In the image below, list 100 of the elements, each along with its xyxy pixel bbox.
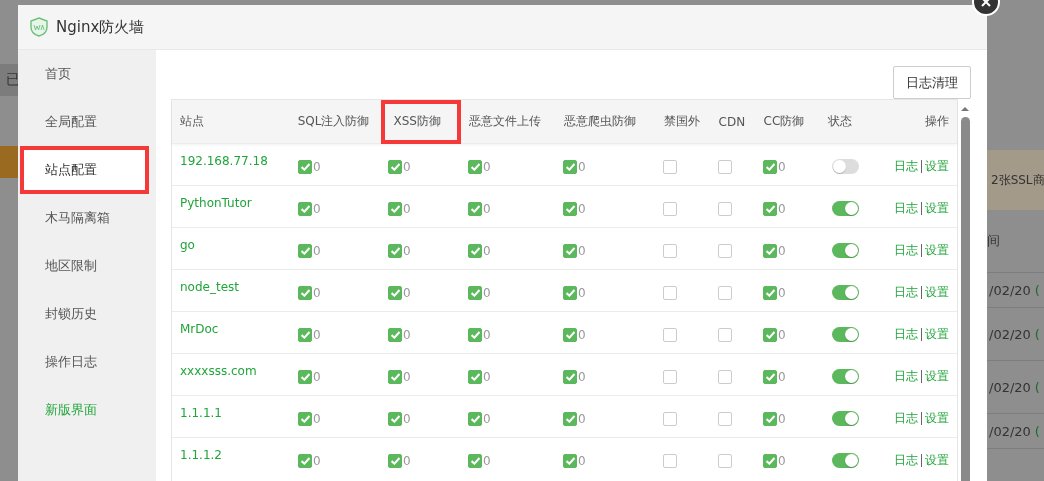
count: 0 [778, 453, 786, 468]
site-link[interactable]: go [180, 238, 195, 252]
action-link[interactable]: 日志 [894, 200, 918, 217]
checkbox[interactable] [763, 327, 777, 342]
action-link[interactable]: 日志 [894, 284, 918, 301]
scroll-up-icon[interactable] [961, 107, 969, 111]
checkbox[interactable] [718, 201, 732, 216]
checkbox[interactable] [563, 327, 577, 342]
toggle-switch[interactable] [832, 327, 859, 342]
checkbox[interactable] [468, 159, 482, 174]
checkbox[interactable] [718, 411, 732, 426]
checkbox[interactable] [388, 453, 402, 468]
checkbox[interactable] [563, 453, 577, 468]
sidebar-item[interactable]: 首页 [18, 50, 156, 98]
checkbox[interactable] [718, 243, 732, 258]
action-link[interactable]: 设置 [925, 452, 949, 469]
site-link[interactable]: PythonTutor [180, 196, 252, 210]
toggle-switch[interactable] [832, 201, 859, 216]
checkbox[interactable] [763, 411, 777, 426]
checkbox[interactable] [298, 327, 312, 342]
action-link[interactable]: 日志 [894, 410, 918, 427]
sidebar-item[interactable]: 站点配置 [20, 146, 149, 194]
action-link[interactable]: 设置 [925, 284, 949, 301]
action-link[interactable]: 设置 [925, 158, 949, 175]
checkbox[interactable] [468, 453, 482, 468]
sidebar-item[interactable]: 木马隔离箱 [18, 194, 156, 242]
checkbox[interactable] [468, 243, 482, 258]
checkbox[interactable] [468, 201, 482, 216]
checkbox[interactable] [298, 285, 312, 300]
toggle-switch[interactable] [832, 453, 859, 468]
site-link[interactable]: 1.1.1.2 [180, 448, 222, 462]
checkbox[interactable] [763, 369, 777, 384]
checkbox[interactable] [388, 369, 402, 384]
checkbox[interactable] [388, 243, 402, 258]
checkbox[interactable] [563, 243, 577, 258]
checkbox[interactable] [763, 453, 777, 468]
toggle-switch[interactable] [832, 285, 859, 300]
checkbox[interactable] [718, 453, 732, 468]
clear-logs-button[interactable]: 日志清理 [893, 66, 971, 99]
checkbox[interactable] [663, 285, 677, 300]
checkbox[interactable] [468, 327, 482, 342]
checkbox[interactable] [468, 369, 482, 384]
toggle-switch[interactable] [832, 159, 859, 174]
action-link[interactable]: 日志 [894, 452, 918, 469]
checkbox[interactable] [563, 285, 577, 300]
toggle-switch[interactable] [832, 369, 859, 384]
checkbox[interactable] [468, 411, 482, 426]
action-link[interactable]: 设置 [925, 410, 949, 427]
checkbox[interactable] [563, 201, 577, 216]
count: 0 [313, 453, 321, 468]
checkbox[interactable] [663, 201, 677, 216]
action-link[interactable]: 设置 [925, 368, 949, 385]
checkbox[interactable] [563, 159, 577, 174]
action-link[interactable]: 日志 [894, 242, 918, 259]
toggle-switch[interactable] [832, 411, 859, 426]
checkbox[interactable] [298, 369, 312, 384]
checkbox[interactable] [298, 411, 312, 426]
checkbox[interactable] [663, 369, 677, 384]
sidebar-item[interactable]: 地区限制 [18, 242, 156, 290]
action-link[interactable]: 设置 [925, 242, 949, 259]
checkbox[interactable] [388, 201, 402, 216]
site-link[interactable]: MrDoc [180, 322, 219, 336]
sidebar-item[interactable]: 封锁历史 [18, 290, 156, 338]
checkbox[interactable] [763, 285, 777, 300]
checkbox[interactable] [563, 411, 577, 426]
action-link[interactable]: 日志 [894, 158, 918, 175]
checkbox[interactable] [388, 411, 402, 426]
checkbox[interactable] [468, 285, 482, 300]
checkbox[interactable] [388, 327, 402, 342]
action-link[interactable]: 设置 [925, 326, 949, 343]
checkbox[interactable] [763, 201, 777, 216]
checkbox[interactable] [663, 327, 677, 342]
checkbox[interactable] [563, 369, 577, 384]
sidebar-item[interactable]: 操作日志 [18, 338, 156, 386]
sidebar-item[interactable]: 新版界面 [18, 386, 156, 434]
action-link[interactable]: 日志 [894, 326, 918, 343]
checkbox[interactable] [298, 159, 312, 174]
checkbox[interactable] [763, 243, 777, 258]
checkbox[interactable] [718, 159, 732, 174]
site-link[interactable]: 192.168.77.18 [180, 154, 268, 168]
checkbox[interactable] [718, 327, 732, 342]
checkbox[interactable] [388, 285, 402, 300]
toggle-switch[interactable] [832, 243, 859, 258]
checkbox[interactable] [763, 159, 777, 174]
checkbox[interactable] [663, 411, 677, 426]
checkbox[interactable] [298, 453, 312, 468]
checkbox[interactable] [663, 453, 677, 468]
checkbox[interactable] [663, 159, 677, 174]
site-link[interactable]: 1.1.1.1 [180, 406, 222, 420]
checkbox[interactable] [298, 201, 312, 216]
sidebar-item[interactable]: 全局配置 [18, 98, 156, 146]
checkbox[interactable] [298, 243, 312, 258]
site-link[interactable]: node_test [180, 280, 239, 294]
action-link[interactable]: 设置 [925, 200, 949, 217]
action-link[interactable]: 日志 [894, 368, 918, 385]
site-link[interactable]: xxxxsss.com [180, 364, 257, 378]
checkbox[interactable] [663, 243, 677, 258]
checkbox[interactable] [718, 369, 732, 384]
checkbox[interactable] [388, 159, 402, 174]
checkbox[interactable] [718, 285, 732, 300]
